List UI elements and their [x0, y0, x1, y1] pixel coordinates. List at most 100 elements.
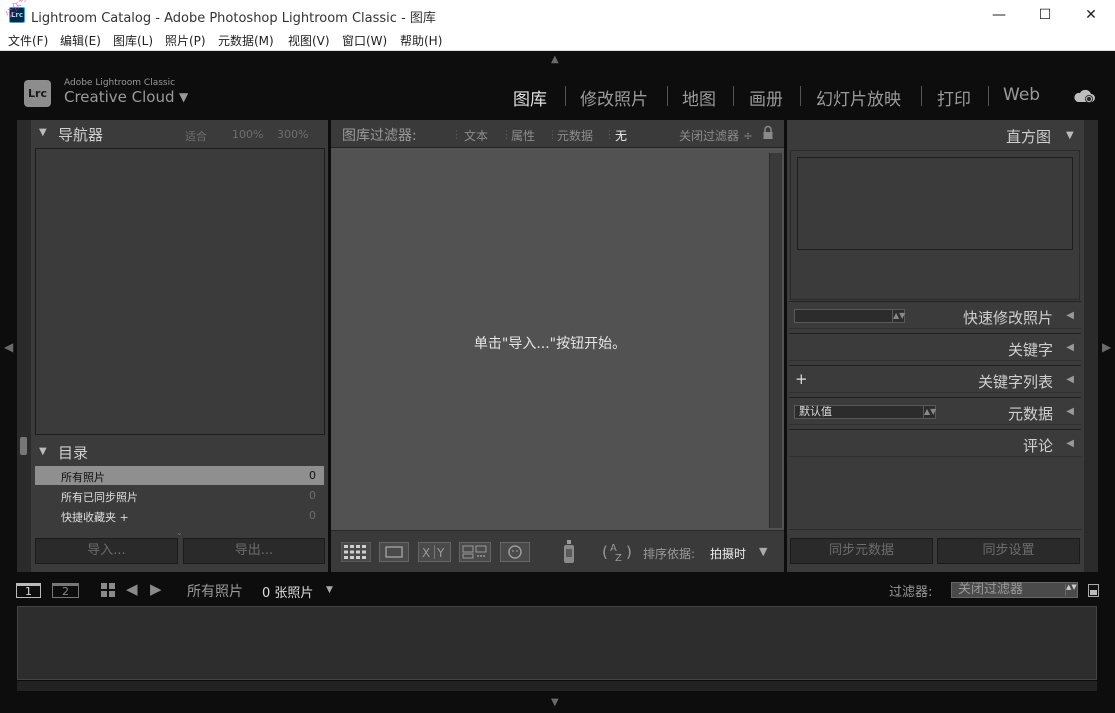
metadata-preset-select[interactable]: 默认值 ▲▼	[794, 405, 936, 419]
saved-preset-select[interactable]: ▲▼	[794, 309, 905, 323]
catalog-row-quick-collection[interactable]: 快捷收藏夹 + 0	[35, 506, 324, 525]
sync-settings-button[interactable]: 同步设置	[937, 538, 1080, 564]
expand-triangle-icon[interactable]: ◀	[1066, 374, 1074, 385]
menu-file[interactable]: 文件(F)	[8, 32, 48, 49]
add-keyword-button[interactable]: +	[795, 370, 808, 388]
zoom-fit[interactable]: 适合	[185, 128, 207, 144]
collapse-triangle-icon[interactable]: ▼	[1066, 130, 1074, 141]
filter-lock-toggle[interactable]	[1088, 584, 1099, 597]
menu-bar: 文件(F) 编辑(E) 图库(L) 照片(P) 元数据(M) 视图(V) 窗口(…	[0, 30, 1115, 51]
filmstrip-scrollbar[interactable]	[17, 681, 1097, 691]
panel-grip-icon: ⌄	[176, 528, 183, 537]
grid-view-icon[interactable]	[101, 583, 116, 598]
menu-metadata[interactable]: 元数据(M)	[218, 32, 274, 49]
menu-library[interactable]: 图库(L)	[113, 32, 153, 49]
filmstrip[interactable]	[17, 606, 1097, 680]
module-map[interactable]: 地图	[682, 85, 716, 110]
compare-view-icon[interactable]: X Y	[418, 542, 451, 562]
maximize-button[interactable]: ☐	[1022, 0, 1068, 30]
second-window-button[interactable]: 2	[52, 583, 79, 598]
metadata-section[interactable]: 默认值 ▲▼ 元数据 ◀	[789, 397, 1081, 425]
menu-window[interactable]: 窗口(W)	[342, 32, 387, 49]
module-develop[interactable]: 修改照片	[580, 85, 648, 110]
comments-title: 评论	[1022, 437, 1053, 455]
sync-metadata-button[interactable]: 同步元数据	[790, 538, 933, 564]
left-scroll-thumb[interactable]	[20, 437, 27, 455]
svg-text:Y: Y	[436, 546, 445, 560]
histogram-title[interactable]: 直方图	[1006, 126, 1051, 147]
metadata-preset-value: 默认值	[799, 405, 832, 418]
catalog-row-all-photos[interactable]: 所有照片 0	[35, 466, 324, 485]
module-web[interactable]: Web	[1003, 85, 1040, 105]
grid-scrollbar[interactable]	[769, 153, 782, 528]
filmstrip-source[interactable]: 所有照片	[187, 581, 243, 601]
chevron-down-icon[interactable]: ▼	[326, 585, 333, 595]
window-title: Lightroom Catalog - Adobe Photoshop Ligh…	[31, 11, 436, 26]
histogram-graph[interactable]	[797, 157, 1073, 250]
catalog-title[interactable]: 目录	[58, 442, 88, 463]
grid-view-icon[interactable]	[341, 542, 371, 562]
comments-section[interactable]: 评论 ◀	[789, 429, 1081, 457]
bottom-panel-toggle-icon[interactable]: ▼	[551, 697, 559, 708]
expand-triangle-icon[interactable]: ◀	[1066, 438, 1074, 449]
collapse-triangle-icon[interactable]: ▼	[39, 127, 47, 138]
module-print[interactable]: 打印	[937, 85, 971, 110]
quick-develop-title: 快速修改照片	[962, 309, 1053, 327]
painter-icon[interactable]	[562, 539, 576, 565]
menu-edit[interactable]: 编辑(E)	[60, 32, 101, 49]
module-library[interactable]: 图库	[513, 85, 547, 110]
collapse-triangle-icon[interactable]: ▼	[39, 446, 47, 457]
arrow-right-icon[interactable]: ▶	[150, 580, 162, 598]
account-name[interactable]: Creative Cloud	[64, 88, 175, 106]
sort-direction-icon[interactable]: ( A Z )	[601, 540, 635, 564]
close-button[interactable]: ✕	[1068, 0, 1114, 30]
expand-triangle-icon[interactable]: ◀	[1066, 342, 1074, 353]
module-slideshow[interactable]: 幻灯片放映	[816, 85, 901, 110]
export-button[interactable]: 导出...	[183, 538, 325, 564]
catalog-row-count: 0	[309, 509, 316, 522]
catalog-row-synced[interactable]: 所有已同步照片 0	[35, 486, 324, 505]
filmstrip-photo-count: 0 张照片	[262, 586, 314, 601]
arrow-left-icon[interactable]: ◀	[126, 580, 138, 598]
expand-triangle-icon[interactable]: ◀	[1066, 406, 1074, 417]
module-book[interactable]: 画册	[749, 85, 783, 110]
zoom-300[interactable]: 300%	[277, 128, 308, 141]
filter-none[interactable]: 无	[615, 127, 627, 144]
lock-icon[interactable]	[761, 125, 775, 141]
right-panel-scrollbar[interactable]	[1084, 120, 1098, 572]
expand-triangle-icon[interactable]: ◀	[1066, 310, 1074, 321]
module-separator	[921, 86, 922, 106]
filter-text[interactable]: 文本	[464, 127, 488, 144]
main-window-button[interactable]: 1	[16, 583, 41, 598]
navigator-title[interactable]: 导航器	[58, 124, 103, 145]
library-toolbar: X Y ( A Z ) 排序依据: 拍摄时 ▼	[331, 530, 784, 572]
filter-metadata[interactable]: 元数据	[557, 127, 593, 144]
keyword-list-section[interactable]: + 关键字列表 ◀	[789, 365, 1081, 393]
zoom-100[interactable]: 100%	[232, 128, 263, 141]
quick-develop-section[interactable]: ▲▼ 快速修改照片 ◀	[789, 301, 1081, 329]
keywording-section[interactable]: 关键字 ◀	[789, 333, 1081, 361]
filter-attribute[interactable]: 属性	[511, 127, 535, 144]
right-panel-toggle-icon[interactable]: ▶	[1102, 340, 1111, 354]
filter-preset-select[interactable]: 关闭过滤器 ÷	[679, 127, 753, 144]
sort-select[interactable]: 拍摄时	[710, 545, 746, 562]
left-panel-scrollbar[interactable]	[17, 120, 31, 572]
loupe-view-icon[interactable]	[379, 542, 409, 562]
navigator-preview[interactable]	[35, 148, 325, 435]
keyword-list-title: 关键字列表	[977, 373, 1053, 391]
menu-view[interactable]: 视图(V)	[288, 32, 330, 49]
catalog-row-label: 快捷收藏夹 +	[61, 511, 129, 524]
survey-view-icon[interactable]	[459, 542, 491, 562]
import-button[interactable]: 导入...	[35, 538, 178, 564]
menu-help[interactable]: 帮助(H)	[400, 32, 442, 49]
toolbar-menu-icon[interactable]: ▼	[759, 545, 767, 558]
filmstrip-filter-select[interactable]: 关闭过滤器 ▲▼	[951, 582, 1078, 598]
stepper-arrows-icon: ▲▼	[923, 406, 937, 418]
people-view-icon[interactable]	[500, 542, 530, 562]
top-panel-toggle-icon[interactable]: ▲	[551, 54, 559, 65]
menu-photo[interactable]: 照片(P)	[165, 32, 206, 49]
cloud-sync-icon[interactable]	[1072, 87, 1096, 105]
minimize-button[interactable]: —	[976, 0, 1022, 30]
chevron-down-icon[interactable]: ▼	[179, 90, 188, 104]
left-panel-toggle-icon[interactable]: ◀	[4, 340, 13, 354]
